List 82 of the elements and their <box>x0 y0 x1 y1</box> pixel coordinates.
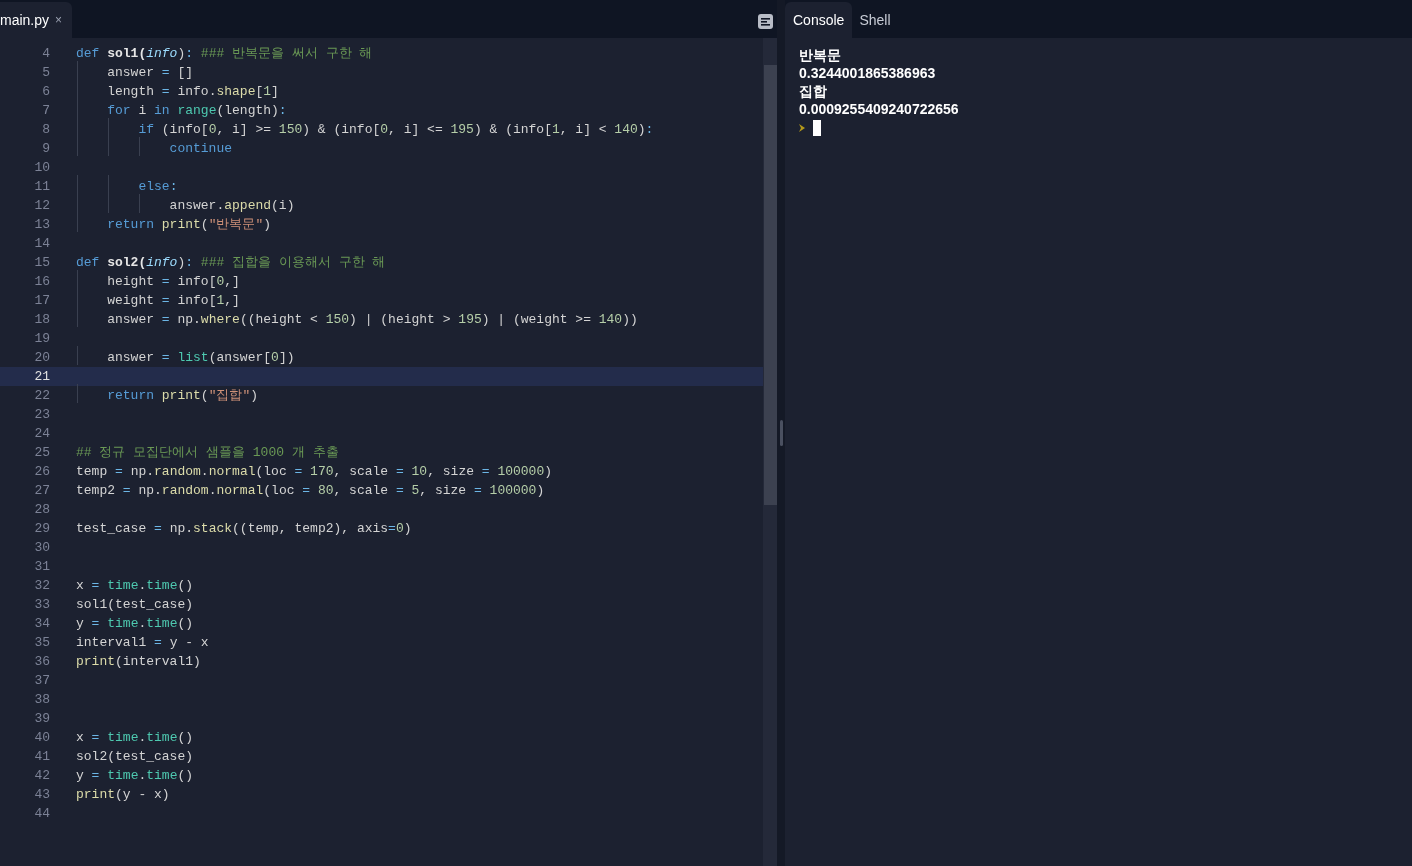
line-number: 33 <box>33 595 50 614</box>
code-line: sol1(test_case) <box>76 596 194 612</box>
code-line: length = info.shape[1] <box>106 83 279 99</box>
console-output: 집합 <box>799 82 828 100</box>
code-line: height = info[0,] <box>106 273 240 289</box>
line-number: 25 <box>33 443 50 462</box>
code-line: answer = [] <box>106 64 194 80</box>
code-line: return print("집합") <box>106 387 259 403</box>
code-line: sol2(test_case) <box>76 748 194 764</box>
line-number: 5 <box>41 63 50 82</box>
line-number: 9 <box>41 139 50 158</box>
code-line: print(y - x) <box>76 786 170 802</box>
line-number: 38 <box>33 690 50 709</box>
line-number: 17 <box>33 291 50 310</box>
code-line: x = time.time() <box>76 577 194 593</box>
code-line: answer = np.where((height < 150) | (height > 195) | (weight >= 140)) <box>106 311 638 327</box>
code-line: temp2 = np.random.normal(loc = 80, scale = 5, size = 100000) <box>76 482 545 498</box>
line-number: 21 <box>33 367 50 386</box>
code-line: continue <box>168 140 233 156</box>
line-number: 39 <box>33 709 50 728</box>
line-number: 20 <box>33 348 50 367</box>
line-number: 26 <box>33 462 50 481</box>
line-number: 43 <box>33 785 50 804</box>
line-number: 36 <box>33 652 50 671</box>
prompt-chevron-icon <box>799 124 805 132</box>
line-number: 40 <box>33 728 50 747</box>
code-line: y = time.time() <box>76 615 194 631</box>
line-number: 44 <box>33 804 50 823</box>
code-line: weight = info[1,] <box>106 292 240 308</box>
code-line: test_case = np.stack((temp, temp2), axis=0) <box>76 520 412 536</box>
code-line: else: <box>137 178 178 194</box>
line-number: 23 <box>33 405 50 424</box>
line-number: 15 <box>33 253 50 272</box>
line-number: 14 <box>33 234 50 253</box>
panel-toggle-icon[interactable] <box>758 14 773 29</box>
code-line: x = time.time() <box>76 729 194 745</box>
code-line: interval1 = y - x <box>76 634 209 650</box>
code-line: def sol1(info): ### 반복문을 써서 구한 해 <box>76 45 373 61</box>
code-line: for i in range(length): <box>106 102 287 118</box>
code-line: temp = np.random.normal(loc = 170, scale = 10, size = 100000) <box>76 463 552 479</box>
console-output: 반복문 <box>799 46 842 64</box>
code-line: return print("반복문") <box>106 216 272 232</box>
line-number: 18 <box>33 310 50 329</box>
line-number: 34 <box>33 614 50 633</box>
line-number: 6 <box>41 82 50 101</box>
line-number: 8 <box>41 120 50 139</box>
code-line: if (info[0, i] >= 150) & (info[0, i] <= 195) & (info[1, i] < 140): <box>137 121 654 137</box>
line-number: 30 <box>33 538 50 557</box>
code-line: ## 정규 모집단에서 샘플을 1000 개 추출 <box>76 444 339 460</box>
line-number: 13 <box>33 215 50 234</box>
line-number: 41 <box>33 747 50 766</box>
line-number: 16 <box>33 272 50 291</box>
line-number: 35 <box>33 633 50 652</box>
splitter-handle[interactable] <box>779 420 783 446</box>
line-number: 29 <box>33 519 50 538</box>
line-number: 4 <box>41 44 50 63</box>
line-number: 7 <box>41 101 50 120</box>
line-number: 10 <box>33 158 50 177</box>
line-number: 19 <box>33 329 50 348</box>
console-output: 0.0009255409240722656 <box>799 100 960 118</box>
line-number: 42 <box>33 766 50 785</box>
scrollbar-thumb[interactable] <box>763 65 777 505</box>
code-line: answer.append(i) <box>168 197 295 213</box>
line-number: 12 <box>33 196 50 215</box>
code-line: answer = list(answer[0]) <box>106 349 295 365</box>
line-number: 11 <box>33 177 50 196</box>
panel-tab[interactable]: Shell <box>852 2 898 38</box>
line-number: 37 <box>33 671 50 690</box>
code-line: y = time.time() <box>76 767 194 783</box>
line-number: 32 <box>33 576 50 595</box>
panel-tab[interactable]: Console <box>785 2 853 38</box>
line-number: 31 <box>33 557 50 576</box>
line-number: 24 <box>33 424 50 443</box>
console-output: 0.3244001865386963 <box>799 64 937 82</box>
line-number: 28 <box>33 500 50 519</box>
close-button[interactable]: × <box>55 11 63 29</box>
code-line: def sol2(info): ### 집합을 이용해서 구한 해 <box>76 254 386 270</box>
line-number: 22 <box>33 386 50 405</box>
file-tab[interactable]: main.py × <box>0 2 73 38</box>
text-cursor <box>813 120 821 136</box>
line-number: 27 <box>33 481 50 500</box>
code-line: print(interval1) <box>76 653 201 669</box>
